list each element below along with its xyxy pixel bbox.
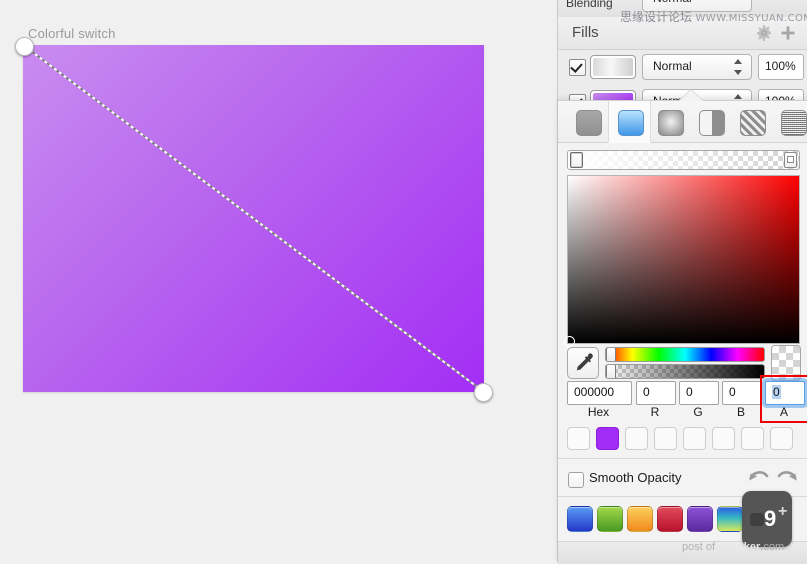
eyedropper-icon[interactable] [567,347,599,379]
canvas-area: Colorful switch [0,0,557,562]
alpha-input[interactable]: 0 [765,381,805,405]
inspector-panel: Blending Normal Fills Normal 100% [557,0,807,564]
tab-linear-gradient[interactable] [608,101,651,143]
fill-blend-mode-value: Normal [653,59,692,73]
blending-mode-value: Normal [653,0,692,5]
hue-slider[interactable] [605,347,765,362]
watermark-en: WWW.MISSYUAN.COM [695,13,807,24]
tab-noise[interactable] [772,101,807,142]
saturation-brightness-field[interactable] [564,175,800,347]
saved-swatch-slot[interactable] [654,427,677,450]
red-value: 0 [643,385,650,399]
tab-solid-color[interactable] [567,101,608,142]
badge-watermark-brand: uimaker [718,541,761,553]
gradient-start-handle[interactable] [15,37,34,56]
stepper-icon[interactable] [734,59,743,75]
fill-opacity-input[interactable]: 100% [758,54,804,80]
alpha-value: 0 [772,385,781,399]
blue-input[interactable]: 0 [722,381,762,405]
green-label: G [693,405,703,419]
hex-value: 000000 [574,385,615,399]
saved-swatch-slot[interactable] [625,427,648,450]
hex-label: Hex [587,405,610,419]
red-input[interactable]: 0 [636,381,676,405]
gradient-preset-red[interactable] [657,506,683,532]
watermark-badge: 9 + [742,491,792,547]
badge-watermark-text: post of uimaker.com [682,541,785,553]
gradient-preset-blue[interactable] [567,506,593,532]
smooth-opacity-checkbox[interactable] [568,472,584,488]
plus-icon[interactable] [780,25,796,41]
red-label: R [650,405,660,419]
color-preview-swatch [771,345,801,381]
gradient-preset-multicolor[interactable] [717,506,743,532]
alpha-label: A [779,405,788,419]
layer-label: Colorful switch [28,26,116,41]
blue-value: 0 [729,385,736,399]
fill-color-swatch[interactable] [590,55,636,79]
hue-slider-thumb[interactable] [606,348,616,361]
green-input[interactable]: 0 [679,381,719,405]
blue-label: B [736,405,745,419]
green-value: 0 [686,385,693,399]
badge-plus-icon: + [778,503,788,520]
gear-icon[interactable] [756,25,772,41]
divider [558,458,807,459]
alpha-slider[interactable] [605,364,765,379]
badge-square-icon [750,513,764,526]
saved-swatch-slot[interactable] [567,427,590,450]
hex-input[interactable]: 000000 [567,381,632,405]
saved-swatch-slot[interactable] [683,427,706,450]
site-watermark: 思缘设计论坛 WWW.MISSYUAN.COM [620,8,807,24]
saved-swatch-slot[interactable] [596,427,619,450]
sb-cursor[interactable] [564,336,575,347]
fill-type-tabbar [558,101,807,143]
gradient-stops-preview [568,151,799,169]
saved-swatch-slot[interactable] [770,427,793,450]
gradient-preset-orange[interactable] [627,506,653,532]
gradient-stop-end[interactable] [784,152,797,168]
gradient-preset-green[interactable] [597,506,623,532]
badge-count: 9 [764,506,777,531]
gradient-shape[interactable] [23,45,484,392]
tab-pattern[interactable] [731,101,772,142]
fill-opacity-value: 100% [765,59,796,73]
saved-swatch-slot[interactable] [712,427,735,450]
smooth-opacity-label: Smooth Opacity [589,470,682,485]
saved-swatch-slot[interactable] [741,427,764,450]
alpha-slider-thumb[interactable] [606,365,616,378]
gradient-end-handle[interactable] [474,383,493,402]
redo-arrow-icon[interactable] [776,468,798,488]
gradient-preset-purple[interactable] [687,506,713,532]
gradient-stop-start[interactable] [570,152,583,168]
blending-label: Blending [566,0,613,10]
fills-title: Fills [572,24,599,41]
fill-enabled-checkbox[interactable] [569,59,586,76]
fill-row[interactable]: Normal 100% [558,50,807,84]
color-picker-popover: 000000 0 0 0 0 Hex R G B A Smooth Opacit… [558,90,807,564]
gradient-stops-bar[interactable] [567,150,800,170]
tab-radial-gradient[interactable] [649,101,690,142]
undo-arrow-icon[interactable] [748,468,770,488]
watermark-cn: 思缘设计论坛 [620,10,693,24]
tab-angular-gradient[interactable] [690,101,731,142]
fill-blend-mode-select[interactable]: Normal [642,54,752,80]
